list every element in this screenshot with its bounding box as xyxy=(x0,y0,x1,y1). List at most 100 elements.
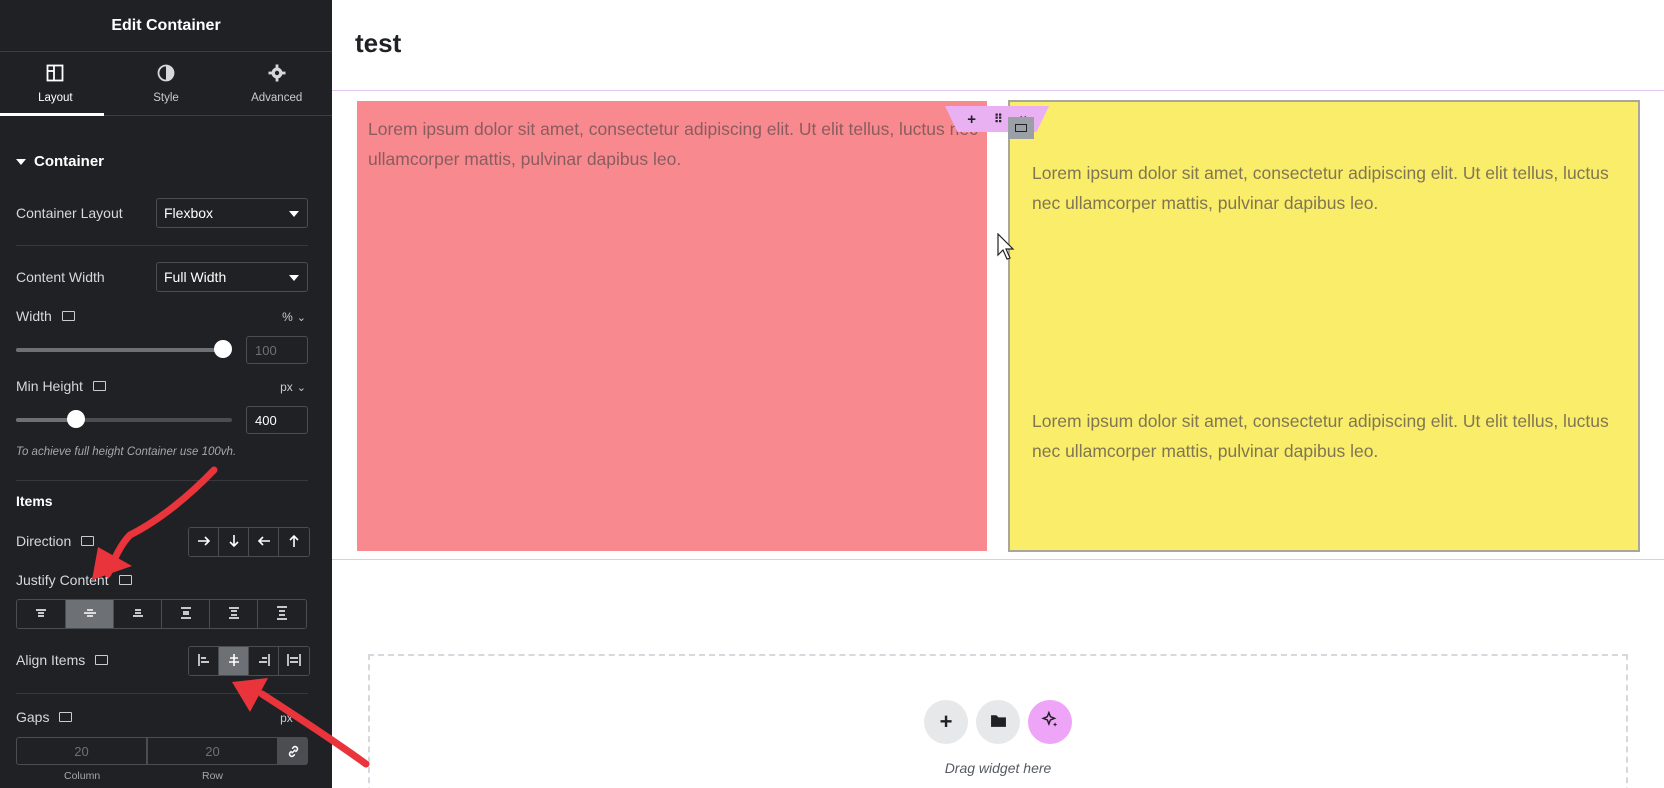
link-icon[interactable] xyxy=(278,737,308,765)
sparkle-icon xyxy=(1041,709,1059,735)
add-section-button[interactable]: + xyxy=(924,700,968,744)
container-layout-value: Flexbox xyxy=(164,205,214,221)
justify-end-button[interactable] xyxy=(114,600,162,628)
yellow-text-1[interactable]: Lorem ipsum dolor sit amet, consectetur … xyxy=(1032,158,1612,218)
divider xyxy=(16,693,308,694)
red-container[interactable]: Lorem ipsum dolor sit amet, consectetur … xyxy=(357,101,987,551)
section-title: Container xyxy=(34,153,105,170)
tab-layout-label: Layout xyxy=(38,92,73,104)
justify-end-icon xyxy=(130,605,146,624)
yellow-container[interactable]: Lorem ipsum dolor sit amet, consectetur … xyxy=(1008,100,1640,552)
width-slider-thumb[interactable] xyxy=(214,340,232,358)
direction-label: Direction xyxy=(16,533,95,549)
gaps-unit-select[interactable]: px xyxy=(280,711,306,725)
justify-space-around-icon xyxy=(226,605,242,624)
width-unit-select[interactable]: % xyxy=(282,310,306,324)
desktop-icon[interactable] xyxy=(61,310,75,322)
tab-style[interactable]: Style xyxy=(111,52,222,115)
divider xyxy=(16,480,308,481)
width-label-text: Width xyxy=(16,308,52,324)
desktop-icon[interactable] xyxy=(92,380,106,392)
gap-column-caption: Column xyxy=(64,770,101,782)
min-height-label: Min Height xyxy=(16,378,106,394)
tab-layout[interactable]: Layout xyxy=(0,52,111,116)
items-heading: Items xyxy=(16,493,53,509)
min-height-slider[interactable] xyxy=(16,410,232,428)
align-items-label: Align Items xyxy=(16,652,109,668)
content-width-label: Content Width xyxy=(16,269,105,285)
justify-space-evenly-button[interactable] xyxy=(258,600,306,628)
caret-down-icon xyxy=(16,158,26,165)
gaps-label: Gaps xyxy=(16,709,73,725)
align-stretch-button[interactable] xyxy=(279,647,309,675)
desktop-icon[interactable] xyxy=(59,711,73,723)
arrow-right-icon xyxy=(196,533,212,552)
justify-space-evenly-icon xyxy=(274,605,290,624)
gap-row-input[interactable]: 20 xyxy=(147,737,278,765)
desktop-icon[interactable] xyxy=(95,654,109,666)
justify-center-button[interactable] xyxy=(66,600,114,628)
ai-button[interactable] xyxy=(1028,700,1072,744)
red-container-text[interactable]: Lorem ipsum dolor sit amet, consectetur … xyxy=(368,114,980,174)
width-label: Width xyxy=(16,308,75,324)
dropzone-caption: Drag widget here xyxy=(944,760,1052,776)
align-start-button[interactable] xyxy=(189,647,219,675)
align-end-button[interactable] xyxy=(249,647,279,675)
justify-content-label-text: Justify Content xyxy=(16,572,109,588)
direction-row-button[interactable] xyxy=(189,528,219,556)
width-slider[interactable] xyxy=(16,340,232,358)
min-height-unit-select[interactable]: px xyxy=(280,380,306,394)
align-stretch-icon xyxy=(286,652,302,671)
justify-space-between-button[interactable] xyxy=(162,600,210,628)
drag-handle-icon[interactable]: ⠿ xyxy=(994,112,1003,126)
add-icon[interactable]: + xyxy=(967,111,976,128)
justify-space-around-button[interactable] xyxy=(210,600,258,628)
tab-style-label: Style xyxy=(153,92,179,104)
gear-icon xyxy=(267,63,287,86)
panel-title: Edit Container xyxy=(0,0,332,52)
min-height-slider-thumb[interactable] xyxy=(67,410,85,428)
align-center-button[interactable] xyxy=(219,647,249,675)
align-start-icon xyxy=(196,652,212,671)
min-height-input[interactable]: 400 xyxy=(246,406,308,434)
gaps-label-text: Gaps xyxy=(16,709,50,725)
content-width-label-text: Content Width xyxy=(16,269,105,285)
edit-container-icon[interactable] xyxy=(1008,117,1034,139)
desktop-icon[interactable] xyxy=(81,535,95,547)
container-layout-label: Container Layout xyxy=(16,205,123,221)
content-width-select[interactable]: Full Width xyxy=(156,262,308,292)
section-container-toggle[interactable]: Container xyxy=(0,153,120,170)
arrow-down-icon xyxy=(226,533,242,552)
direction-row-reverse-button[interactable] xyxy=(249,528,279,556)
dropzone-buttons: + xyxy=(924,700,1072,744)
direction-column-button[interactable] xyxy=(219,528,249,556)
contrast-icon xyxy=(156,63,176,86)
plus-icon: + xyxy=(939,709,953,734)
align-items-label-text: Align Items xyxy=(16,652,86,668)
align-center-icon xyxy=(226,652,242,671)
min-height-hint: To achieve full height Container use 100… xyxy=(16,446,237,458)
min-height-label-text: Min Height xyxy=(16,378,83,394)
container-layout-label-text: Container Layout xyxy=(16,205,123,221)
justify-start-button[interactable] xyxy=(17,600,66,628)
template-library-button[interactable] xyxy=(976,700,1020,744)
justify-content-button-group xyxy=(16,599,307,629)
gap-row-caption: Row xyxy=(202,770,224,782)
arrow-up-icon xyxy=(286,533,302,552)
width-slider-fill xyxy=(16,348,223,352)
yellow-text-2[interactable]: Lorem ipsum dolor sit amet, consectetur … xyxy=(1032,406,1612,466)
desktop-icon[interactable] xyxy=(118,574,132,586)
tab-advanced[interactable]: Advanced xyxy=(221,52,332,115)
container-layout-select[interactable]: Flexbox xyxy=(156,198,308,228)
editor-canvas: test Lorem ipsum dolor sit amet, consect… xyxy=(332,0,1664,788)
width-input[interactable]: 100 xyxy=(246,336,308,364)
gap-column-input[interactable]: 20 xyxy=(16,737,147,765)
direction-button-group xyxy=(188,527,310,557)
justify-content-label: Justify Content xyxy=(16,572,132,588)
editor-panel: Edit Container Layout Style Advanced Con… xyxy=(0,0,332,788)
direction-column-reverse-button[interactable] xyxy=(279,528,309,556)
justify-start-icon xyxy=(33,605,49,624)
arrow-left-icon xyxy=(256,533,272,552)
layout-icon xyxy=(45,63,65,86)
mouse-cursor-icon xyxy=(997,233,1015,260)
